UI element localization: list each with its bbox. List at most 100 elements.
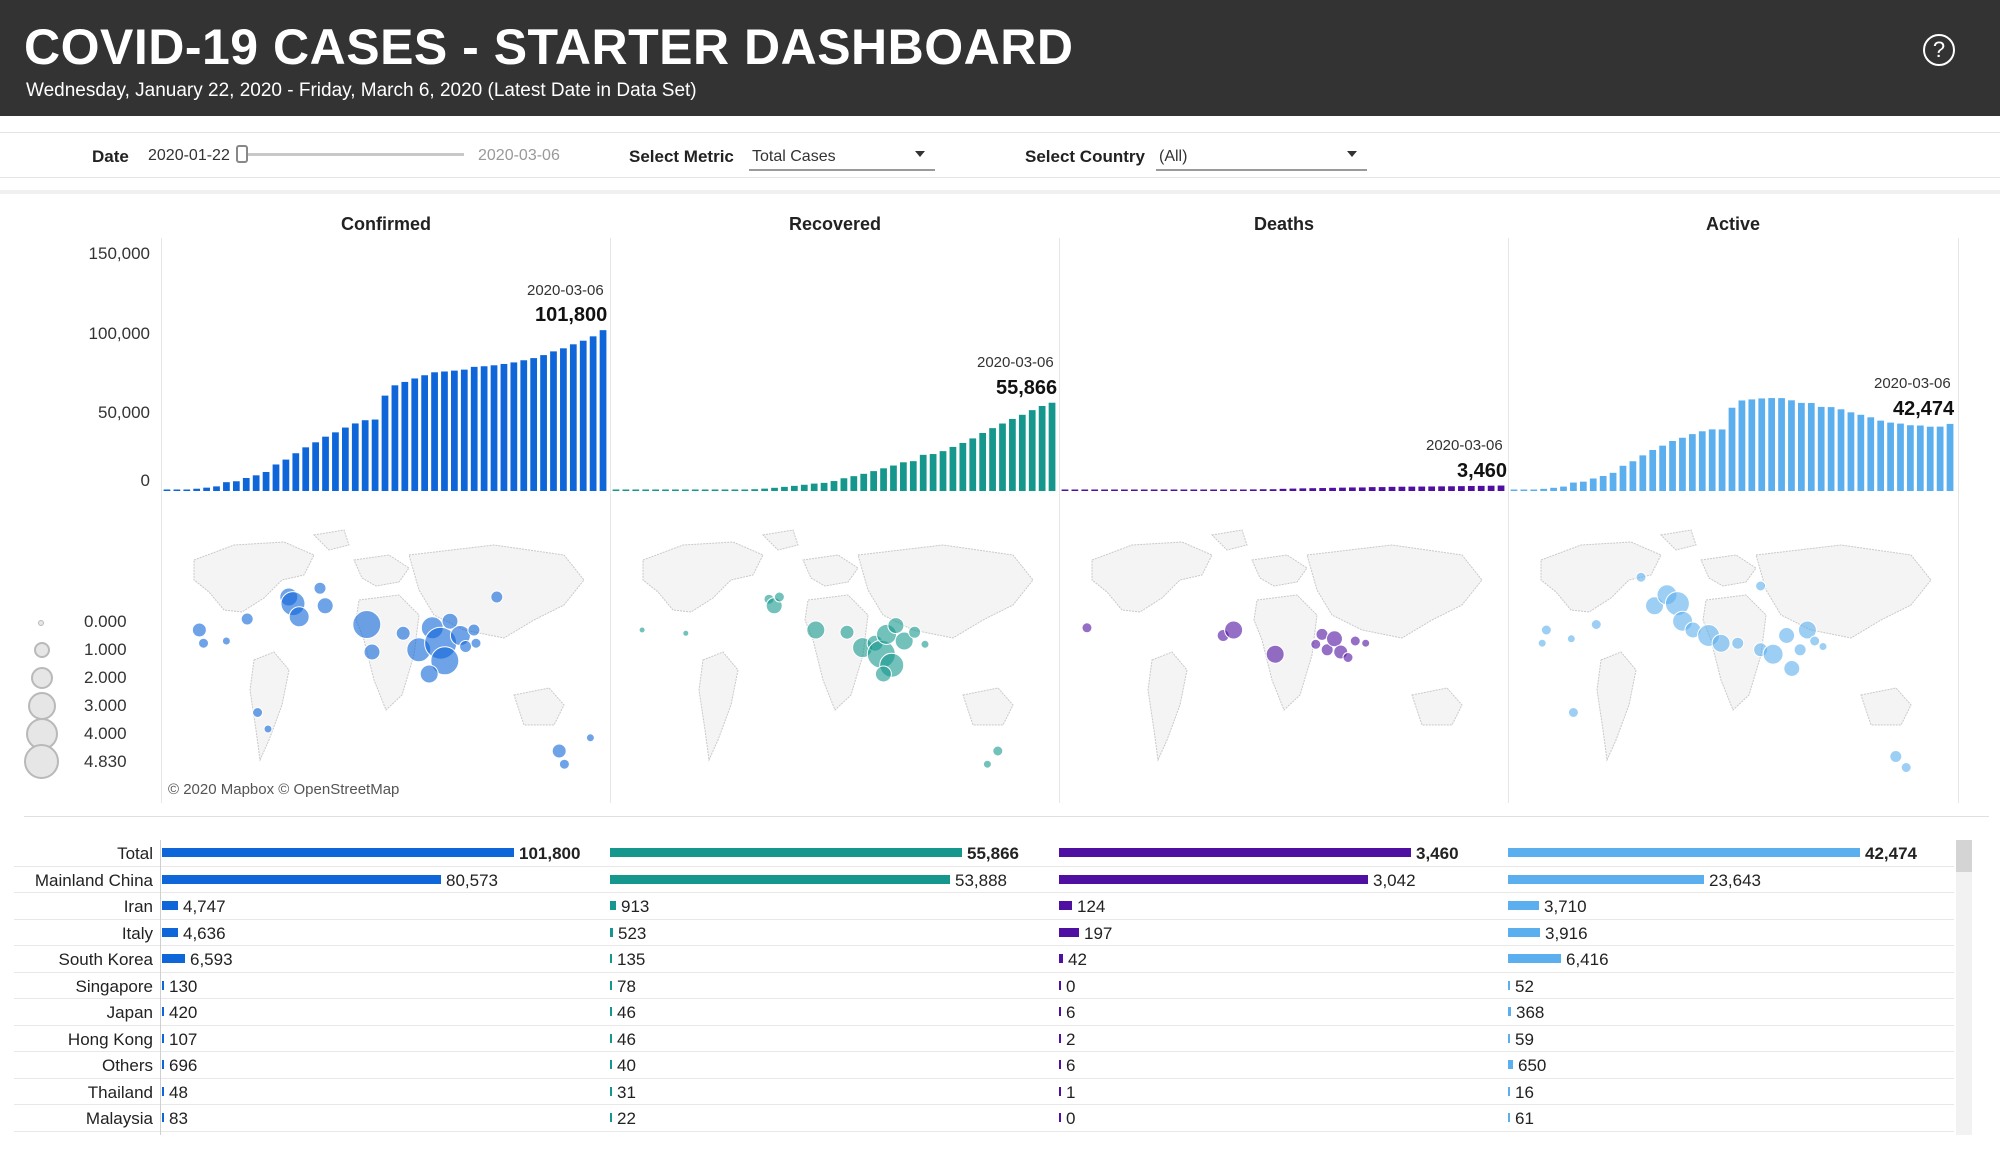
active-bar[interactable] [1728,407,1736,491]
active-bar[interactable] [1560,486,1567,491]
deaths-bar[interactable] [1190,489,1198,492]
country-bubble[interactable] [1711,633,1731,653]
deaths-bar[interactable] [1071,489,1079,492]
active-bar[interactable] [1698,431,1706,491]
country-bubble[interactable] [920,639,930,649]
active-bar[interactable] [1708,429,1716,491]
recovered-bar[interactable] [711,489,719,492]
confirmed-bar[interactable] [341,427,349,491]
recovered-bar[interactable] [860,473,868,491]
table-scrollbar[interactable] [1956,840,1972,1135]
deaths-bar[interactable] [1487,485,1495,491]
country-bubble[interactable] [551,743,567,759]
table-row[interactable]: Thailand 48 31 1 16 [14,1079,1954,1105]
country-bubble[interactable] [467,623,481,637]
active-bar[interactable] [1520,489,1528,492]
metric-dropdown[interactable]: Total Cases [749,143,935,171]
country-bubble[interactable] [1809,635,1821,647]
country-bubble[interactable] [352,610,382,639]
country-bubble[interactable] [1755,580,1767,592]
table-row[interactable]: Malaysia 83 22 0 61 [14,1105,1954,1132]
deaths-bar[interactable] [1249,489,1257,491]
country-bubble[interactable] [459,640,473,653]
table-row[interactable]: Others 696 40 6 650 [14,1052,1954,1079]
confirmed-bar[interactable] [193,488,201,491]
confirmed-bar[interactable] [213,486,220,491]
deaths-bar[interactable] [1150,489,1158,492]
country-bubble[interactable] [1793,643,1807,657]
confirmed-bar[interactable] [371,419,379,491]
country-bubble[interactable] [470,637,482,649]
active-bar[interactable] [1877,420,1885,491]
active-bar[interactable] [1857,414,1865,491]
recovered-bar[interactable] [1028,410,1036,491]
deaths-bar[interactable] [1438,486,1445,491]
table-scrollbar-thumb[interactable] [1956,840,1972,872]
country-bubble[interactable] [313,581,327,595]
country-bubble[interactable] [982,759,992,769]
confirmed-bar[interactable] [470,366,478,491]
active-bar[interactable] [1649,450,1657,491]
recovered-bar[interactable] [969,438,977,491]
active-bar[interactable] [1926,426,1934,491]
deaths-bar[interactable] [1299,488,1307,491]
country-bubble[interactable] [240,612,254,626]
recovered-bar[interactable] [771,487,778,491]
deaths-bar[interactable] [1101,489,1108,492]
recovered-bar[interactable] [840,478,848,491]
date-slider-track[interactable] [240,153,464,156]
country-bubble[interactable] [1778,627,1796,644]
recovered-bar[interactable] [979,433,987,491]
country-bubble[interactable] [1361,638,1371,648]
confirmed-bar[interactable] [173,489,181,492]
confirmed-bar[interactable] [401,381,409,491]
deaths-bar[interactable] [1497,485,1505,491]
active-bar[interactable] [1936,426,1944,491]
country-bubble[interactable] [1783,660,1801,677]
recovered-map[interactable] [613,520,1057,800]
deaths-bar[interactable] [1378,487,1386,491]
country-bubble[interactable] [1325,630,1343,648]
active-bar[interactable] [1807,403,1815,491]
country-bubble[interactable] [1342,652,1354,663]
confirmed-bar[interactable] [183,489,191,492]
country-bubble[interactable] [1537,638,1547,648]
recovered-bar[interactable] [820,482,828,491]
recovered-bar[interactable] [880,468,887,491]
recovered-bar[interactable] [900,462,907,491]
confirmed-bar[interactable] [223,482,230,491]
recovered-bar[interactable] [790,485,798,491]
deaths-bar[interactable] [1220,489,1227,492]
recovered-bar[interactable] [721,489,729,492]
country-bubble[interactable] [1224,620,1244,640]
country-bubble[interactable] [839,624,855,640]
confirmed-bar[interactable] [322,436,329,491]
confirmed-bar[interactable] [242,477,250,491]
confirmed-bar[interactable] [411,378,419,491]
country-bubble[interactable] [1635,571,1647,583]
recovered-bar[interactable] [632,489,640,492]
confirmed-bar[interactable] [312,442,319,491]
recovered-bar[interactable] [949,446,957,491]
deaths-bar[interactable] [1408,486,1416,491]
confirmed-bar[interactable] [262,471,270,491]
active-bar[interactable] [1510,489,1518,492]
confirmed-bar[interactable] [540,355,547,491]
active-bar[interactable] [1639,455,1647,491]
deaths-bar[interactable] [1061,489,1069,492]
deaths-bar[interactable] [1467,486,1475,491]
recovered-bar[interactable] [731,489,739,492]
active-bar[interactable] [1847,412,1855,491]
recovered-bar[interactable] [959,442,967,491]
table-row[interactable]: Mainland China 80,573 53,888 3,042 23,643 [14,867,1954,893]
country-bubble[interactable] [363,643,381,661]
deaths-bar[interactable] [1388,486,1396,491]
active-bar[interactable] [1887,422,1894,491]
confirmed-bar[interactable] [500,363,508,491]
active-bar[interactable] [1629,461,1637,491]
country-bubble[interactable] [1566,634,1576,644]
confirmed-bar[interactable] [421,375,429,491]
confirmed-bar[interactable] [431,372,438,491]
active-bar[interactable] [1579,481,1587,491]
recovered-bar[interactable] [672,489,679,492]
